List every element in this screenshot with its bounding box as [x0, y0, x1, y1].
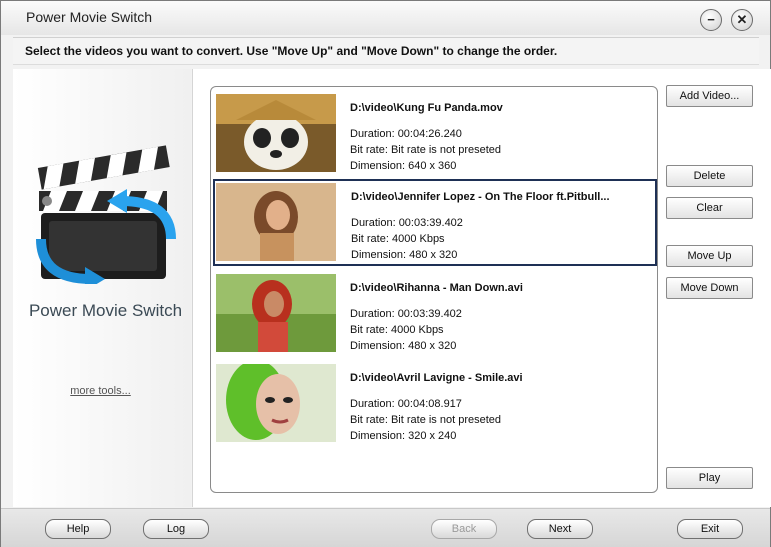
video-bitrate: Bit rate: 4000 Kbps: [351, 233, 445, 245]
video-bitrate: Bit rate: 4000 Kbps: [350, 324, 444, 336]
video-bitrate: Bit rate: Bit rate is not preseted: [350, 414, 502, 426]
video-dimension: Dimension: 640 x 360: [350, 160, 457, 172]
list-item[interactable]: D:\video\Kung Fu Panda.mov Duration: 00:…: [214, 90, 652, 175]
back-button[interactable]: Back: [431, 519, 497, 539]
left-panel: Power Movie Switch more tools...: [13, 69, 191, 507]
move-up-button[interactable]: Move Up: [666, 245, 753, 267]
next-button[interactable]: Next: [527, 519, 593, 539]
minimize-button[interactable]: −: [700, 9, 722, 31]
video-duration: Duration: 00:04:26.240: [350, 128, 462, 140]
more-tools-link[interactable]: more tools...: [13, 385, 188, 397]
move-down-button[interactable]: Move Down: [666, 277, 753, 299]
list-item[interactable]: D:\video\Jennifer Lopez - On The Floor f…: [213, 179, 657, 266]
video-thumbnail: [216, 364, 336, 442]
video-path: D:\video\Jennifer Lopez - On The Floor f…: [351, 191, 610, 203]
minimize-icon: −: [707, 12, 715, 27]
title-bar: Power Movie Switch − ✕: [1, 1, 770, 35]
close-icon: ✕: [736, 12, 748, 27]
clear-button[interactable]: Clear: [666, 197, 753, 219]
log-button[interactable]: Log: [143, 519, 209, 539]
instruction-bar: Select the videos you want to convert. U…: [13, 37, 759, 65]
list-item[interactable]: D:\video\Rihanna - Man Down.avi Duration…: [214, 270, 652, 355]
video-path: D:\video\Avril Lavigne - Smile.avi: [350, 372, 523, 384]
video-thumbnail: [216, 274, 336, 352]
video-list[interactable]: D:\video\Kung Fu Panda.mov Duration: 00:…: [210, 86, 658, 493]
play-button[interactable]: Play: [666, 467, 753, 489]
list-item[interactable]: D:\video\Avril Lavigne - Smile.avi Durat…: [214, 360, 652, 445]
delete-button[interactable]: Delete: [666, 165, 753, 187]
app-logo-icon: [36, 145, 176, 284]
video-dimension: Dimension: 480 x 320: [351, 249, 458, 261]
video-bitrate: Bit rate: Bit rate is not preseted: [350, 144, 502, 156]
video-dimension: Dimension: 320 x 240: [350, 430, 457, 442]
window-title: Power Movie Switch: [26, 9, 153, 25]
instruction-text: Select the videos you want to convert. U…: [25, 44, 558, 58]
video-path: D:\video\Kung Fu Panda.mov: [350, 102, 503, 114]
video-duration: Duration: 00:03:39.402: [351, 217, 463, 229]
video-duration: Duration: 00:04:08.917: [350, 398, 462, 410]
add-video-button[interactable]: Add Video...: [666, 85, 753, 107]
video-dimension: Dimension: 480 x 320: [350, 340, 457, 352]
help-button[interactable]: Help: [45, 519, 111, 539]
exit-button[interactable]: Exit: [677, 519, 743, 539]
app-name-label: Power Movie Switch: [28, 301, 183, 320]
video-path: D:\video\Rihanna - Man Down.avi: [350, 282, 523, 294]
app-window: Power Movie Switch − ✕ Select the videos…: [0, 0, 771, 547]
video-duration: Duration: 00:03:39.402: [350, 308, 462, 320]
video-thumbnail: [216, 183, 336, 261]
close-button[interactable]: ✕: [731, 9, 753, 31]
video-thumbnail: [216, 94, 336, 172]
footer-bar: Help Log Back Next Exit: [1, 508, 770, 547]
